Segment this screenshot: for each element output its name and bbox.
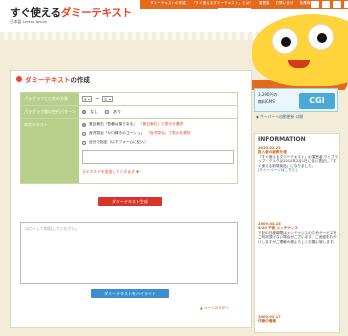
option-row-text: 本文テキスト 夏目漱石「吾輩は猫である」 「夏目漱石」で表示を選択 宮沢賢治「セ… xyxy=(21,119,237,183)
top-nav: ダミーテキストの作成 「すぐ使えるダミーテキスト」とは？ 運営者 お問い合せ 免… xyxy=(150,1,314,6)
banner-link[interactable]: ◆ サーバーへ自動更新 公開 xyxy=(256,114,303,120)
title-accent: ダミーテキスト xyxy=(25,76,71,84)
text-option: 宮沢賢治「セロ弾きのゴーシュ」 「宮沢賢治」で表示を選択 xyxy=(82,131,234,136)
news-item: 2010.02.22 扱入者の総数を増 「すぐ使えるダミーテキスト」の運営者 ウ… xyxy=(258,146,338,172)
option-row-spacing: パラグラフ間の空行パターン なし あり xyxy=(21,106,237,119)
news-title: 作業の情報 xyxy=(258,319,276,324)
nav-contact[interactable]: お問い合せ xyxy=(276,1,294,6)
news-body: 「すぐ使えるダミーテキスト」の運営者 ウェブマップ・デルクは2010年2月1日に… xyxy=(258,154,338,168)
option-label: パラグラフ間の空行パターン xyxy=(21,106,79,118)
site-logo-sub: 日本語 Lorem ipsum xyxy=(10,19,48,24)
bookmark-icon[interactable] xyxy=(333,1,341,8)
cloud-shape xyxy=(218,8,252,24)
text-option-note[interactable]: 「夏目漱石」で表示を選択 xyxy=(139,122,183,127)
mascot-mouth xyxy=(288,60,310,68)
pupil xyxy=(317,33,327,43)
spacing-yes-radio[interactable] xyxy=(105,110,109,114)
nav-operator[interactable]: 運営者 xyxy=(259,1,270,6)
text-option-label: 宮沢賢治「セロ弾きのゴーシュ」 xyxy=(89,131,145,135)
custom-text-link[interactable]: 元テキストを追加していきます ▼ xyxy=(82,169,139,175)
option-value: 夏目漱石「吾輩は猫である」 「夏目漱石」で表示を選択 宮沢賢治「セロ弾きのゴーシ… xyxy=(79,119,237,183)
text-option: 自分で指定（以下フォームに記入） xyxy=(82,140,234,145)
highlight-button[interactable]: ダミーテキストをハイライト xyxy=(91,289,169,298)
spacing-none-radio[interactable] xyxy=(82,110,86,114)
text-option-label: 自分で指定（以下フォームに記入） xyxy=(89,140,148,144)
nav-about[interactable]: 「すぐ使えるダミーテキスト」とは？ xyxy=(192,1,253,6)
text-option: 夏目漱石「吾輩は猫である」 「夏目漱石」で表示を選択 xyxy=(82,122,234,127)
option-value: 3 ～ 5 xyxy=(79,93,237,105)
cgi-logo: CGI xyxy=(299,93,335,109)
sentence-count-select[interactable]: 5 xyxy=(102,96,113,102)
rss-icon[interactable] xyxy=(344,1,348,8)
page-top-link[interactable]: ▲ ページのTOPへ xyxy=(200,306,229,311)
news-item: 2009.04.15 4/20 午後 メンテナンス 下記の日程時間はメンテナンス… xyxy=(258,222,338,244)
mascot-eye-left xyxy=(272,28,298,54)
site-logo[interactable]: すぐ使えるダミーテキスト xyxy=(10,5,132,20)
radio-label: あり xyxy=(113,109,121,114)
paragraph-count-select[interactable]: 3 xyxy=(82,96,93,102)
news-body: 下記の日程時間はメンテナンスのためサービスをご利用頂けない場合がございます。ご迷… xyxy=(258,230,337,244)
banner-line1: 3,290円の xyxy=(258,92,278,97)
news-item: 2009.02.17 作業の情報 xyxy=(258,315,338,324)
source-soseki-radio[interactable] xyxy=(82,122,86,127)
banner-line2: 無料CMS xyxy=(258,99,275,104)
radio-label: なし xyxy=(90,109,98,114)
text-option-note[interactable]: 「宮沢賢治」で表示を選択 xyxy=(146,131,190,136)
text-option-label: 夏目漱石「吾輩は猫である」 xyxy=(89,122,137,126)
title-text: ダミーテキストの作成 xyxy=(25,74,90,84)
page-title: ダミーテキストの作成 xyxy=(16,74,90,84)
pupil xyxy=(281,37,291,47)
output-textarea[interactable]: コピーして利用してください。 xyxy=(20,222,238,284)
news-link[interactable]: [サイトページはこちら] xyxy=(258,168,338,172)
nav-create[interactable]: ダミーテキストの作成 xyxy=(150,1,186,6)
mascot-eye-right xyxy=(308,24,334,50)
info-title: INFORMATION xyxy=(258,136,306,143)
title-rest: の作成 xyxy=(70,76,90,84)
option-row-split: パラグラフと小文の分割 3 ～ 5 xyxy=(21,93,237,106)
option-label: パラグラフと小文の分割 xyxy=(21,93,79,105)
option-label: 本文テキスト xyxy=(21,119,79,183)
title-bullet-icon xyxy=(16,76,22,82)
source-kenji-radio[interactable] xyxy=(82,131,86,136)
mail-icon[interactable] xyxy=(322,1,330,8)
top-icons xyxy=(311,1,348,8)
custom-text-input[interactable] xyxy=(82,150,234,164)
option-value: なし あり xyxy=(79,106,237,118)
select-separator: ～ xyxy=(95,96,100,101)
home-icon[interactable] xyxy=(311,1,319,8)
generate-button[interactable]: ダミーテキスト生成 xyxy=(98,197,162,206)
options-table: パラグラフと小文の分割 3 ～ 5 パラグラフ間の空行パターン なし あり 本文… xyxy=(20,92,238,184)
cms-banner[interactable]: 3,290円の 無料CMS CGI xyxy=(254,88,338,112)
source-custom-radio[interactable] xyxy=(82,140,86,145)
mascot-face xyxy=(252,14,348,86)
